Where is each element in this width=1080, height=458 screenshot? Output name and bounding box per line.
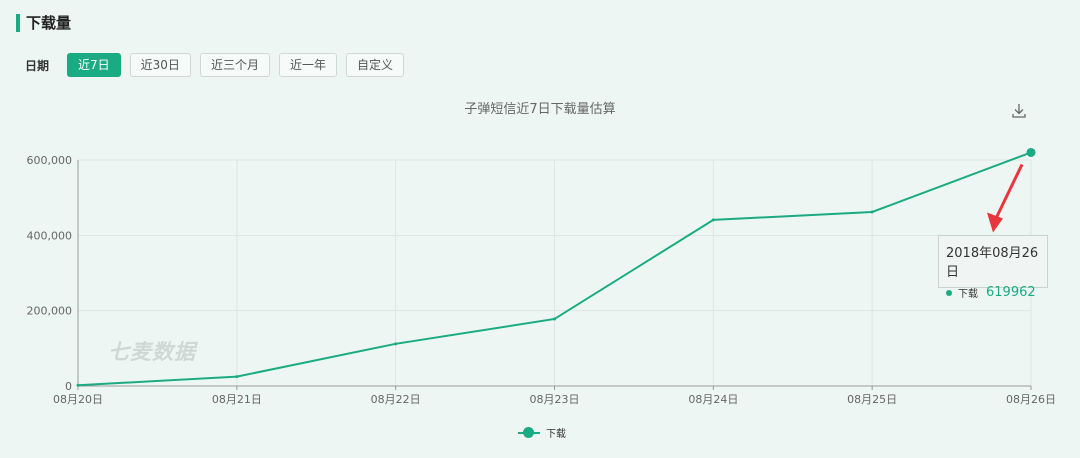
x-tick-label: 08月23日 [530,393,580,406]
data-point [1026,147,1036,157]
x-tick-label: 08月20日 [53,393,103,406]
legend-line-marker [518,426,540,438]
annotation-arrow-head [987,212,1003,233]
data-point [553,317,556,321]
tooltip-value: 619962 [986,285,1036,300]
chart-legend-item[interactable]: 下载 [518,425,566,440]
data-point [711,218,715,222]
data-point [235,375,239,379]
x-tick-label: 08月25日 [847,393,897,406]
annotation-arrow-shaft [993,163,1024,222]
y-tick-label: 200,000 [27,305,73,318]
data-point [76,383,80,387]
data-point [870,210,874,214]
x-tick-label: 08月26日 [1006,393,1056,406]
x-tick-label: 08月22日 [371,393,421,406]
y-tick-label: 0 [65,380,72,393]
x-tick-label: 08月24日 [688,393,738,406]
y-tick-label: 400,000 [27,229,73,242]
tooltip-date: 2018年08月26日 [946,246,1039,280]
x-tick-label: 08月21日 [212,393,262,406]
y-tick-label: 600,000 [27,154,73,167]
tooltip-series-dot [946,289,952,296]
data-tooltip: 2018年08月26日 下载 619962 [938,235,1048,300]
watermark-text: 七麦数据 [108,340,196,364]
tooltip-series-name: 下载 [958,289,978,300]
legend-label: 下载 [546,429,566,440]
line-chart: 0 200,000 400,000 600,000 08月20日 08月21日 08月22日… [27,147,1056,406]
data-point [394,342,398,346]
